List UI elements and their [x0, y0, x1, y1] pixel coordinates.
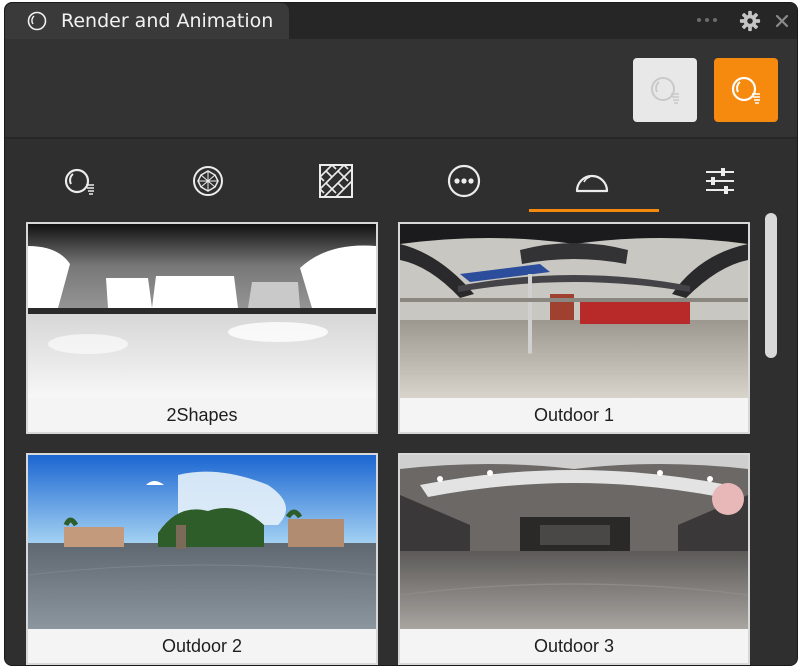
ellipsis-circle-icon [447, 164, 481, 198]
environment-card-outdoor-3[interactable]: Outdoor 3 [398, 453, 750, 665]
environment-thumbnail [28, 224, 376, 398]
tab-settings[interactable] [656, 141, 784, 213]
more-dots-icon[interactable] [697, 18, 717, 22]
environment-card-2shapes[interactable]: 2Shapes [26, 222, 378, 434]
environment-thumbnail [28, 455, 376, 629]
environment-label: Outdoor 2 [161, 636, 243, 656]
environment-thumbnail [400, 224, 748, 398]
tab-strip [5, 141, 797, 213]
render-orb-icon [651, 77, 679, 104]
environment-thumbnail [400, 455, 748, 629]
vertical-scrollbar[interactable] [765, 213, 777, 358]
panel-tab[interactable]: Render and Animation [5, 3, 289, 39]
panel-title: Render and Animation [61, 10, 274, 32]
environment-label: Outdoor 3 [533, 636, 615, 656]
render-mode-button[interactable] [714, 58, 778, 122]
environment-card-outdoor-2[interactable]: Outdoor 2 [26, 453, 378, 665]
tab-more[interactable] [400, 141, 528, 213]
environment-label: Outdoor 1 [533, 405, 615, 425]
texture-pattern-icon [319, 164, 353, 198]
close-icon[interactable] [773, 12, 791, 30]
tab-render[interactable] [16, 141, 144, 213]
title-bar: Render and Animation [5, 3, 797, 39]
sliders-icon [706, 168, 734, 194]
selected-tab-indicator [529, 209, 659, 212]
tab-environment[interactable] [528, 141, 656, 213]
gear-icon[interactable] [739, 10, 761, 32]
environment-card-outdoor-1[interactable]: Outdoor 1 [398, 222, 750, 434]
render-orb-icon [731, 76, 760, 104]
render-orb-icon [27, 11, 47, 31]
environment-grid: 2Shapes Outdoor 1 Outdoor 2 Outdoor 3 [26, 222, 750, 665]
environment-label: 2Shapes [166, 405, 238, 425]
gem-icon [193, 166, 223, 196]
preview-mode-button[interactable] [633, 58, 697, 122]
tab-textures[interactable] [272, 141, 400, 213]
render-orb-icon [64, 168, 94, 195]
render-animation-panel: Render and Animation 2Shapes Outdoor 1 O… [4, 2, 798, 666]
tab-materials[interactable] [144, 141, 272, 213]
scrollbar-thumb[interactable] [765, 213, 777, 358]
dome-icon [575, 174, 609, 193]
mode-toolbar [5, 39, 797, 139]
